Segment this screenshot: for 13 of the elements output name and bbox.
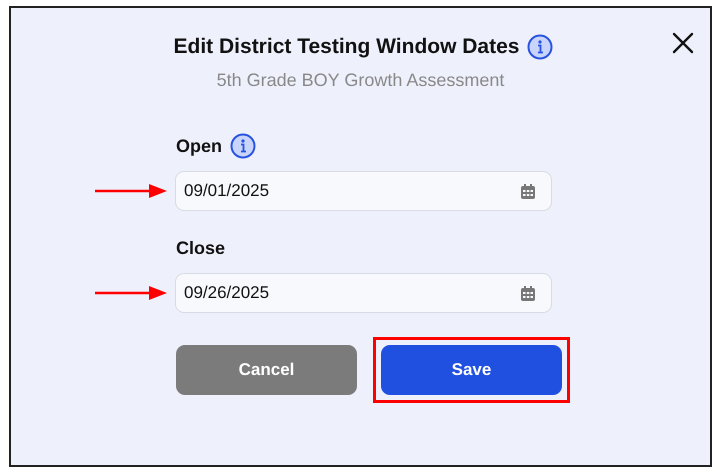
info-icon[interactable] [230, 133, 256, 159]
info-icon[interactable] [527, 34, 554, 60]
calendar-icon[interactable] [521, 184, 535, 198]
save-button[interactable]: Save [381, 345, 562, 395]
date-field[interactable]: 09/01/2025 [175, 171, 552, 211]
field-label: Close [176, 238, 226, 258]
close-icon[interactable] [672, 32, 694, 54]
dialog-title: Edit District Testing Window Dates [174, 35, 520, 59]
dialog-subtitle: 5th Grade BOY Growth Assessment [216, 70, 506, 91]
date-field[interactable]: 09/26/2025 [175, 273, 552, 313]
field-label: Open [176, 136, 222, 156]
cancel-button[interactable]: Cancel [176, 345, 357, 395]
calendar-icon[interactable] [521, 286, 535, 300]
